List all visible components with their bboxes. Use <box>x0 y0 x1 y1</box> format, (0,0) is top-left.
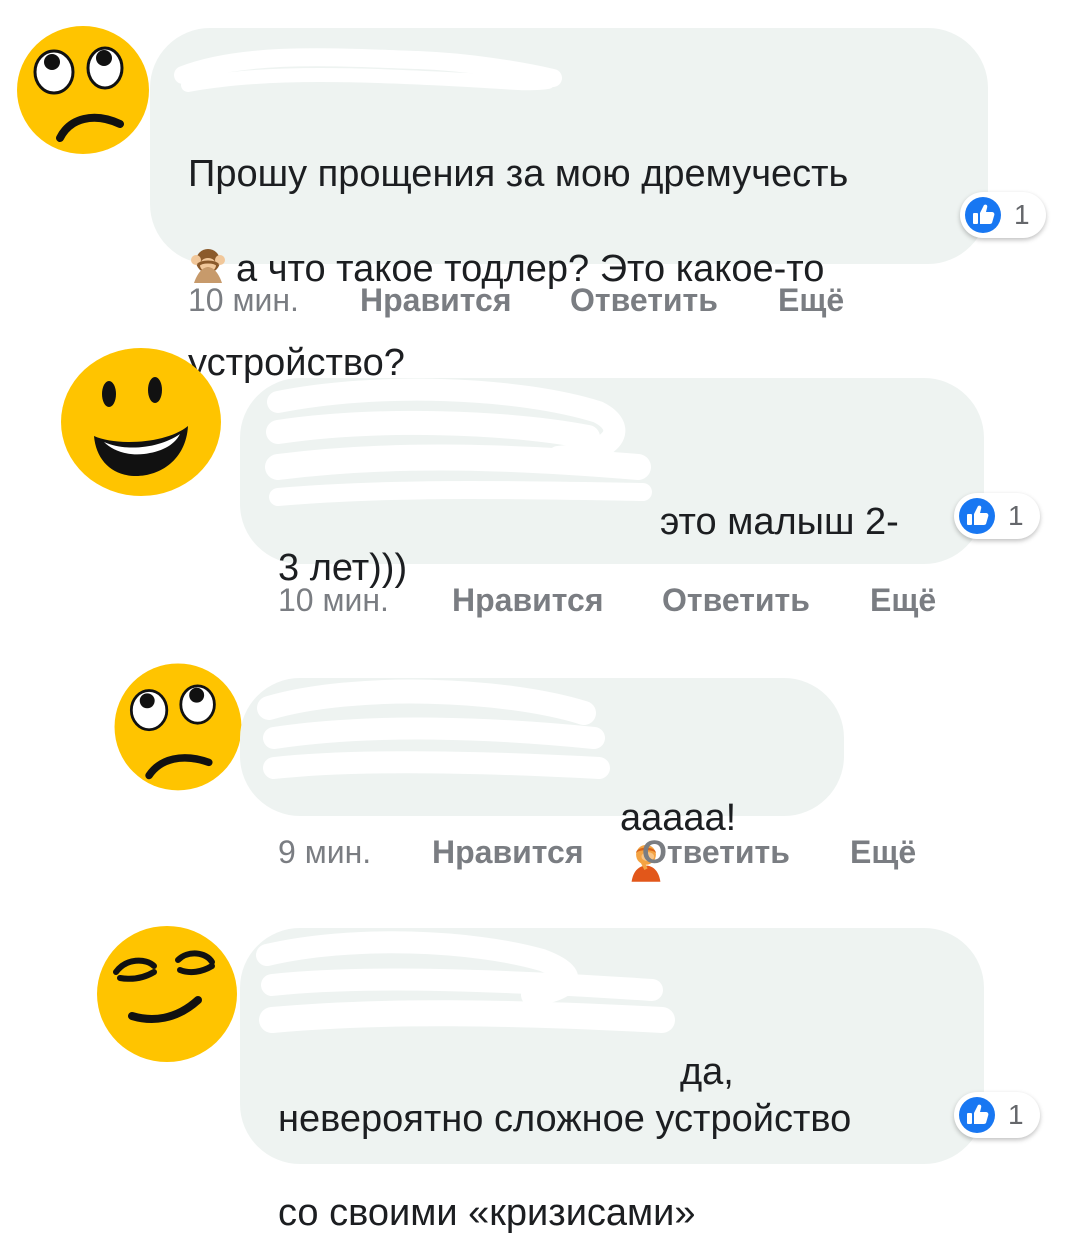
comment-4: да, невероятно сложное устройство со сво… <box>0 0 1080 1234</box>
comment-text-line2: невероятно сложное устройство <box>278 1098 852 1140</box>
comment-text-line3: со своими «кризисами» <box>278 1192 696 1234</box>
reaction-count: 1 <box>1008 1099 1024 1130</box>
thumbs-up-icon <box>959 1097 995 1133</box>
smirking-face-icon[interactable] <box>92 920 242 1070</box>
reaction-count-badge[interactable]: 1 <box>954 1092 1040 1138</box>
comment-text: невероятно сложное устройство со своими … <box>278 1049 851 1237</box>
